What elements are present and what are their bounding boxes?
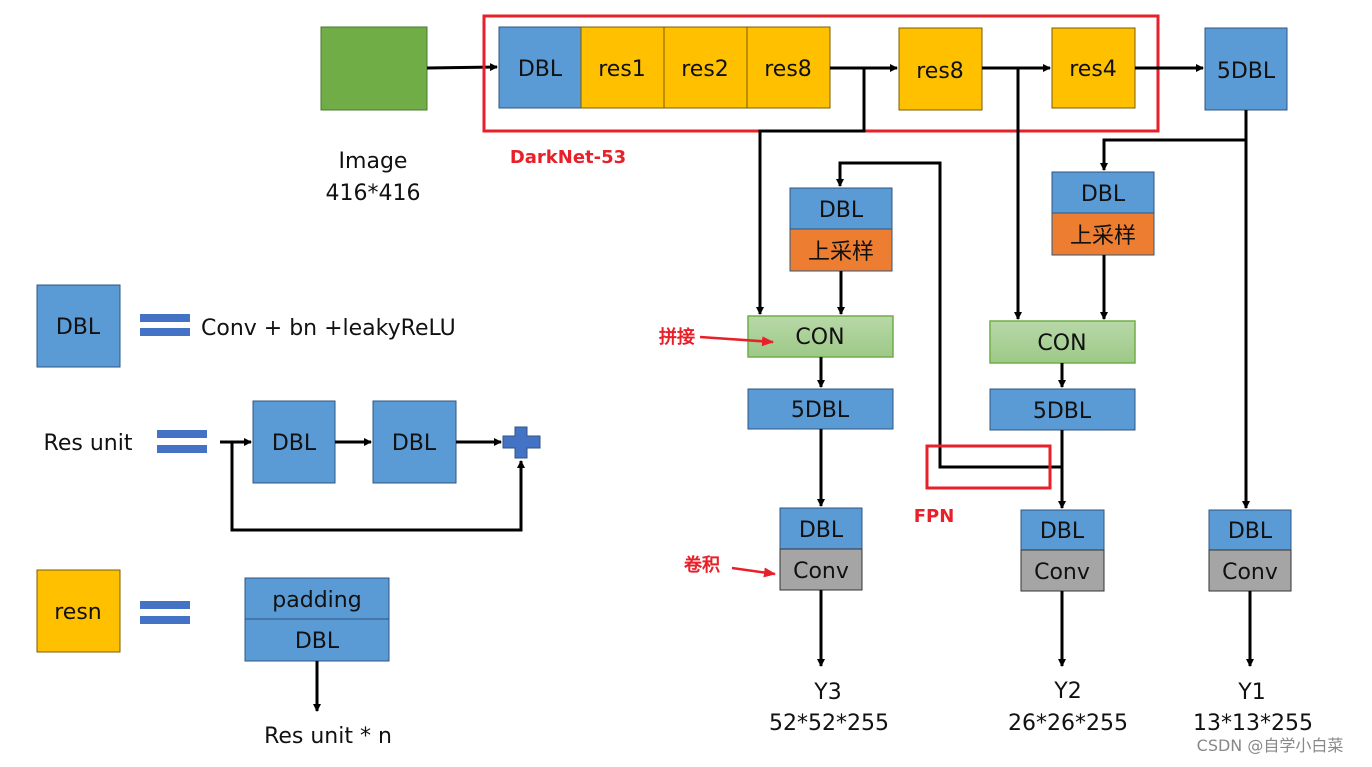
svg-text:CON: CON bbox=[1037, 331, 1086, 356]
svg-text:DBL: DBL bbox=[1228, 519, 1273, 544]
top-5dbl: 5DBL bbox=[1204, 27, 1288, 111]
head-y3: DBL Conv bbox=[779, 507, 863, 591]
dbl-upsample-2: DBL 上采样 bbox=[1051, 171, 1155, 256]
fpn-label: FPN bbox=[914, 506, 955, 527]
svg-text:5DBL: 5DBL bbox=[1033, 399, 1092, 424]
output-y2-shape: 26*26*255 bbox=[1008, 711, 1128, 736]
svg-text:DBL: DBL bbox=[272, 431, 317, 456]
arrow bbox=[426, 63, 498, 72]
output-y1-name: Y1 bbox=[1237, 680, 1265, 705]
svg-text:5DBL: 5DBL bbox=[791, 398, 850, 423]
svg-text:上采样: 上采样 bbox=[1070, 224, 1136, 249]
darknet-block-res2: res2 bbox=[663, 26, 748, 109]
dbl-upsample-1: DBL 上采样 bbox=[789, 187, 893, 272]
image-label: Image bbox=[339, 149, 408, 174]
svg-text:Res unit * n: Res unit * n bbox=[264, 724, 392, 749]
conv-annotation: 卷积 bbox=[683, 554, 720, 576]
svg-text:Conv: Conv bbox=[1222, 560, 1278, 585]
svg-text:padding: padding bbox=[272, 588, 361, 613]
svg-text:res1: res1 bbox=[598, 57, 646, 82]
output-y1-shape: 13*13*255 bbox=[1193, 711, 1313, 736]
concat-1: CON bbox=[747, 315, 894, 358]
head-y2: DBL Conv bbox=[1020, 509, 1105, 592]
svg-text:DBL: DBL bbox=[392, 431, 437, 456]
svg-text:res2: res2 bbox=[681, 57, 729, 82]
head-y1: DBL Conv bbox=[1208, 509, 1292, 592]
svg-text:res8: res8 bbox=[916, 59, 964, 84]
svg-text:DBL: DBL bbox=[799, 518, 844, 543]
output-y3-shape: 52*52*255 bbox=[769, 711, 889, 736]
darknet-title: DarkNet-53 bbox=[510, 147, 626, 168]
input-image-box bbox=[320, 26, 428, 111]
legend-dbl: DBL Conv + bn +leakyReLU bbox=[36, 284, 456, 368]
legend-resn: resn padding DBL Res unit * n bbox=[36, 569, 392, 749]
concat-2: CON bbox=[989, 320, 1136, 364]
svg-text:Conv: Conv bbox=[1034, 560, 1090, 585]
output-y2-name: Y2 bbox=[1053, 679, 1081, 704]
darknet-block-res8-b: res8 bbox=[898, 27, 983, 111]
darknet-block-res4: res4 bbox=[1051, 27, 1136, 109]
svg-text:DBL: DBL bbox=[518, 57, 563, 82]
svg-text:DBL: DBL bbox=[1081, 182, 1126, 207]
svg-text:DBL: DBL bbox=[1040, 519, 1085, 544]
svg-text:5DBL: 5DBL bbox=[1217, 59, 1276, 84]
output-y3-name: Y3 bbox=[813, 680, 841, 705]
five-dbl-2: 5DBL bbox=[989, 388, 1136, 431]
svg-text:上采样: 上采样 bbox=[808, 240, 874, 265]
image-size: 416*416 bbox=[326, 181, 421, 206]
add-icon bbox=[502, 426, 541, 459]
svg-text:res4: res4 bbox=[1069, 57, 1117, 82]
five-dbl-1: 5DBL bbox=[747, 388, 894, 430]
svg-text:DBL: DBL bbox=[295, 629, 340, 654]
concat-annotation: 拼接 bbox=[659, 326, 695, 348]
svg-text:res8: res8 bbox=[764, 57, 812, 82]
watermark: CSDN @自学小白菜 bbox=[1197, 736, 1344, 755]
svg-text:resn: resn bbox=[54, 600, 102, 625]
svg-text:DBL: DBL bbox=[819, 198, 864, 223]
darknet-block-res8: res8 bbox=[746, 26, 831, 109]
svg-text:CON: CON bbox=[795, 325, 844, 350]
legend-res-unit: Res unit DBL DBL bbox=[44, 400, 541, 532]
svg-text:Conv: Conv bbox=[793, 559, 849, 584]
yolov3-diagram: Image 416*416 DarkNet-53 DBL res1 res2 r… bbox=[36, 14, 1344, 755]
darknet-block-res1: res1 bbox=[580, 26, 665, 109]
svg-text:Res unit: Res unit bbox=[44, 431, 133, 456]
svg-text:DBL: DBL bbox=[56, 315, 101, 340]
svg-text:Conv + bn +leakyReLU: Conv + bn +leakyReLU bbox=[201, 316, 456, 341]
darknet-block-dbl: DBL bbox=[498, 26, 582, 109]
